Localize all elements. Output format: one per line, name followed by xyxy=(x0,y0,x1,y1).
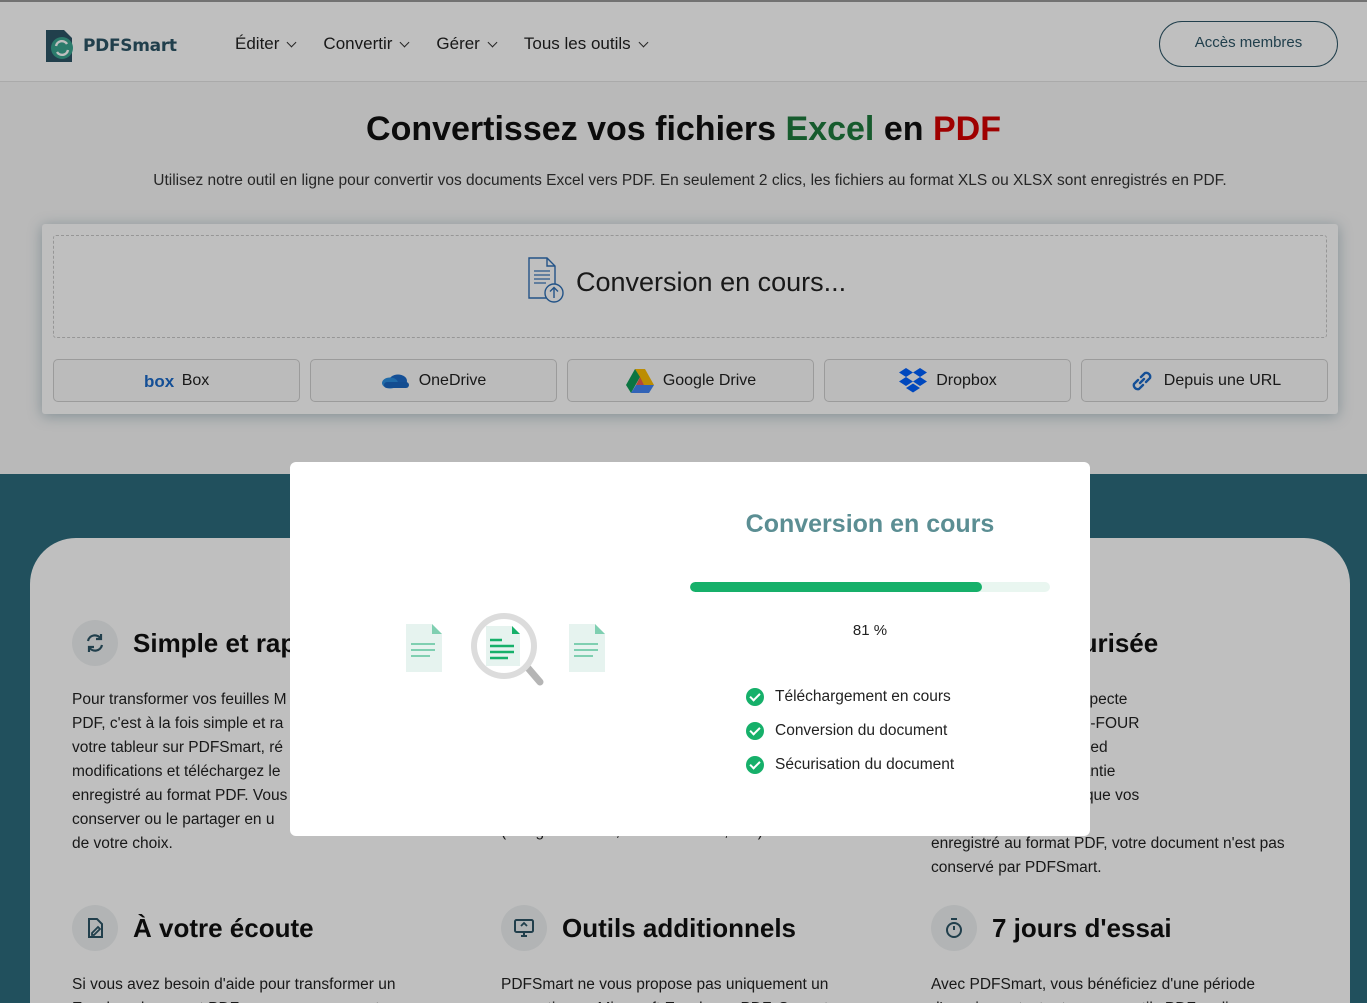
conversion-steps: Téléchargement en cours Conversion du do… xyxy=(746,680,954,782)
modal-title: Conversion en cours xyxy=(745,510,995,538)
step-item: Conversion du document xyxy=(746,714,954,748)
step-label: Sécurisation du document xyxy=(775,756,955,773)
magnifier-icon xyxy=(471,613,544,686)
document-icon xyxy=(569,624,605,672)
check-circle-icon xyxy=(746,756,764,774)
conversion-illustration xyxy=(402,610,612,690)
check-circle-icon xyxy=(746,722,764,740)
check-circle-icon xyxy=(746,688,764,706)
step-item: Sécurisation du document xyxy=(746,748,954,782)
step-label: Conversion du document xyxy=(775,722,948,739)
progress-percent: 81 % xyxy=(852,622,888,639)
conversion-modal: Conversion en cours 81 % Téléchargement … xyxy=(290,462,1090,836)
progress-bar xyxy=(690,582,1050,592)
progress-fill xyxy=(690,582,982,592)
step-label: Téléchargement en cours xyxy=(775,688,951,705)
step-item: Téléchargement en cours xyxy=(746,680,954,714)
document-icon xyxy=(406,624,442,672)
